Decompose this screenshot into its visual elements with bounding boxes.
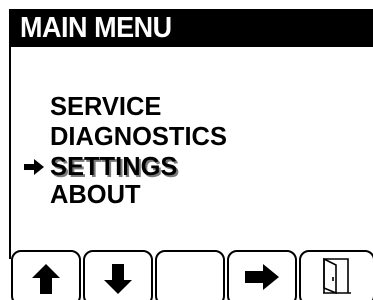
menu-item-label: ABOUT	[50, 179, 141, 209]
up-arrow-icon	[32, 264, 60, 294]
exit-door-icon	[323, 258, 351, 294]
menu-item-label: DIAGNOSTICS	[50, 121, 227, 151]
lcd-screen: MAIN MENU SERVICE DIAGNOSTICS SETTINGS A…	[0, 0, 373, 300]
menu-item-about[interactable]: ABOUT	[50, 179, 142, 209]
right-arrow-cursor-icon	[24, 159, 44, 175]
menu-panel: SERVICE DIAGNOSTICS SETTINGS ABOUT	[9, 47, 373, 259]
down-arrow-icon	[104, 264, 132, 294]
softkey-bar	[9, 250, 373, 300]
menu-item-service[interactable]: SERVICE	[50, 91, 164, 121]
down-button[interactable]	[83, 250, 153, 300]
menu-item-settings[interactable]: SETTINGS	[24, 151, 180, 181]
exit-button[interactable]	[299, 250, 373, 300]
up-button[interactable]	[11, 250, 81, 300]
menu-item-label: SETTINGS	[50, 151, 178, 181]
page-title: MAIN MENU	[20, 12, 172, 44]
menu-item-label: SERVICE	[50, 91, 162, 121]
right-arrow-icon	[245, 264, 279, 290]
blank-softkey[interactable]	[155, 250, 225, 300]
menu-item-diagnostics[interactable]: DIAGNOSTICS	[50, 121, 231, 151]
title-bar: MAIN MENU	[9, 9, 373, 47]
enter-button[interactable]	[227, 250, 297, 300]
